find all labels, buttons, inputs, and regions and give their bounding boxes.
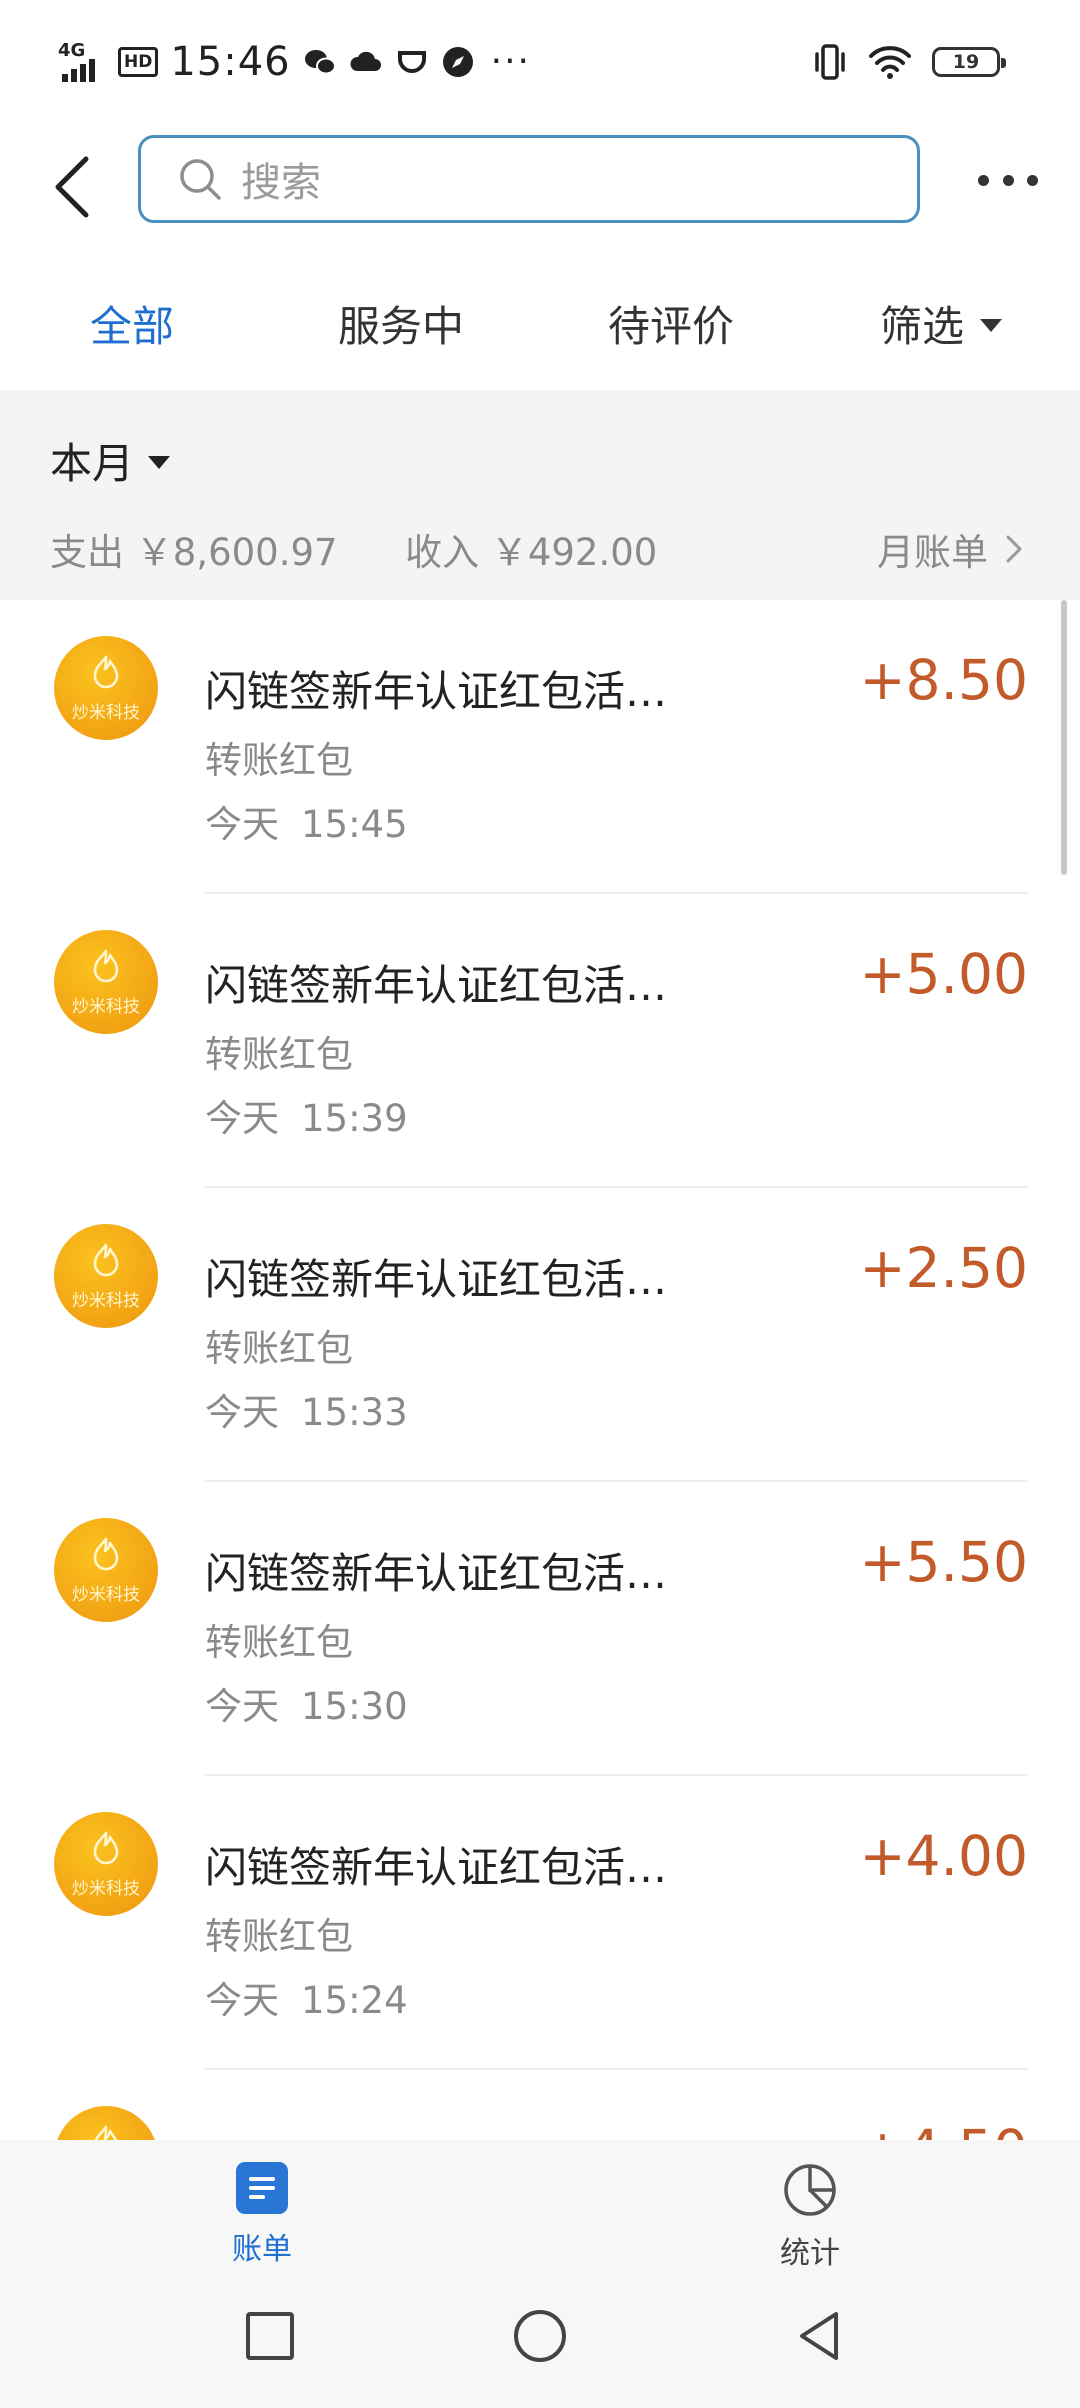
cup-icon	[397, 51, 426, 73]
summary-totals: 支出 ￥8,600.97 收入 ￥492.00	[50, 522, 657, 576]
system-navigation	[0, 2270, 1080, 2408]
period-label: 本月	[50, 439, 135, 488]
transaction-title: 闪链签新年认证红包活…	[205, 961, 668, 1010]
chevron-right-icon	[1006, 535, 1022, 563]
income-label: 收入	[405, 531, 480, 574]
wechat-icon	[304, 50, 336, 75]
merchant-logo-text: 炒米科技	[72, 997, 140, 1017]
pie-chart-icon	[784, 2164, 836, 2216]
network-type: 4G	[58, 40, 86, 61]
scrollbar[interactable]	[1061, 600, 1067, 875]
tab-pending-review[interactable]: 待评价	[608, 293, 734, 354]
cloud-icon	[350, 51, 381, 71]
compass-icon	[442, 47, 473, 77]
transaction-row[interactable]: 炒米科技 闪链签新年认证红包活… 转账红包 今天 15:24 +4.00	[0, 1776, 1080, 2070]
merchant-logo-text: 炒米科技	[72, 703, 140, 723]
tab-in-service[interactable]: 服务中	[338, 293, 464, 354]
expense-value: ￥8,600.97	[135, 531, 338, 574]
hd-voice-badge: HD	[118, 47, 159, 77]
transaction-list[interactable]: 炒米科技 闪链签新年认证红包活… 转账红包 今天 15:45 +8.50 炒米科技…	[0, 600, 1080, 2140]
merchant-avatar: 炒米科技	[54, 1518, 158, 1622]
merchant-logo-text: 炒米科技	[72, 1291, 140, 1311]
transaction-row[interactable]: 炒米科技 闪链签新年认证红包活… 转账红包 今天 15:45 +8.50	[0, 600, 1080, 894]
merchant-logo-text: 炒米科技	[72, 1879, 140, 1899]
merchant-avatar: 炒米科技	[54, 2106, 158, 2140]
transaction-amount: +5.50	[859, 1530, 1028, 1594]
transaction-title: 闪链签新年认证红包活…	[205, 1255, 668, 1304]
battery-icon: 19	[932, 47, 1006, 77]
transaction-amount: +8.50	[859, 648, 1028, 712]
vibrate-icon	[815, 44, 845, 80]
more-options-icon[interactable]	[978, 155, 1038, 205]
tab-filter-label: 筛选	[880, 302, 965, 351]
filter-tabs: 全部 服务中 待评价 筛选	[0, 255, 1080, 390]
merchant-avatar: 炒米科技	[54, 930, 158, 1034]
tab-filter[interactable]: 筛选	[880, 293, 1003, 354]
flame-logo-icon	[93, 1243, 119, 1277]
monthly-summary: 本月 支出 ￥8,600.97 收入 ￥492.00 月账单	[0, 390, 1080, 600]
transaction-time: 今天 15:45	[205, 803, 408, 846]
transaction-row[interactable]: 炒米科技 闪链签新年认证红包活… 转账红包 今天 15:39 +5.00	[0, 894, 1080, 1188]
period-selector[interactable]: 本月	[50, 430, 171, 491]
flame-logo-icon	[93, 1831, 119, 1865]
monthly-bill-label: 月账单	[877, 531, 988, 574]
merchant-avatar: 炒米科技	[54, 1812, 158, 1916]
recents-icon[interactable]	[242, 2308, 298, 2364]
transaction-title: 闪链签新年认证红包活…	[205, 667, 668, 716]
more-notifications-icon: ···	[490, 41, 531, 82]
transaction-title: 闪链签新年认证红包活…	[205, 1843, 668, 1892]
transaction-amount: +4.00	[859, 1824, 1028, 1888]
flame-logo-icon	[94, 2125, 118, 2140]
transaction-row[interactable]: 炒米科技 闪链签新年认证红包活… 转账红包 今天 +4.50	[0, 2070, 1080, 2140]
battery-level: 19	[952, 51, 980, 73]
expense-label: 支出	[50, 531, 124, 574]
transaction-category: 转账红包	[205, 1915, 353, 1958]
search-placeholder: 搜索	[241, 160, 321, 206]
home-icon[interactable]	[512, 2308, 568, 2364]
flame-logo-icon	[93, 655, 119, 689]
flame-logo-icon	[93, 949, 119, 983]
wifi-icon	[869, 46, 911, 79]
merchant-logo-text: 炒米科技	[72, 1585, 140, 1605]
flame-logo-icon	[93, 1537, 119, 1571]
search-input[interactable]: 搜索	[138, 135, 920, 223]
back-triangle-icon[interactable]	[792, 2308, 848, 2364]
transaction-time: 今天 15:24	[205, 1979, 408, 2022]
back-arrow-icon[interactable]	[42, 147, 102, 227]
caret-down-icon	[148, 456, 171, 469]
transaction-category: 转账红包	[205, 1033, 353, 1076]
transaction-row[interactable]: 炒米科技 闪链签新年认证红包活… 转账红包 今天 15:33 +2.50	[0, 1188, 1080, 1482]
transaction-amount: +2.50	[859, 1236, 1028, 1300]
nav-bills-label: 账单	[232, 2232, 292, 2267]
transaction-time: 今天 15:39	[205, 1097, 408, 1140]
nav-stats-label: 统计	[780, 2236, 840, 2271]
transaction-title: 闪链签新年认证红包活…	[205, 2128, 667, 2140]
merchant-avatar: 炒米科技	[54, 636, 158, 740]
transaction-amount: +4.50	[859, 2118, 1028, 2140]
transaction-time: 今天 15:30	[205, 1685, 408, 1728]
monthly-bill-link[interactable]: 月账单	[877, 522, 1024, 576]
income-value: ￥492.00	[490, 531, 658, 574]
search-icon	[180, 159, 221, 200]
bottom-nav: 账单 统计	[0, 2140, 1080, 2272]
clock: 15:46	[170, 39, 291, 85]
nav-bills[interactable]: 账单	[232, 2162, 292, 2268]
transaction-title: 闪链签新年认证红包活…	[205, 1549, 668, 1598]
transaction-row[interactable]: 炒米科技 闪链签新年认证红包活… 转账红包 今天 15:30 +5.50	[0, 1482, 1080, 1776]
caret-down-icon	[980, 319, 1003, 332]
transaction-category: 转账红包	[205, 1621, 353, 1664]
top-bar: 搜索	[0, 125, 1080, 255]
transaction-category: 转账红包	[205, 1327, 353, 1370]
transaction-time: 今天 15:33	[205, 1391, 408, 1434]
status-bar: 4G HD 15:46 ··· 19	[0, 0, 1080, 125]
network-signal-icon: 4G	[56, 40, 106, 84]
merchant-avatar: 炒米科技	[54, 1224, 158, 1328]
nav-stats[interactable]: 统计	[780, 2162, 840, 2272]
transaction-amount: +5.00	[859, 942, 1028, 1006]
bill-icon	[236, 2162, 288, 2214]
tab-all[interactable]: 全部	[90, 293, 174, 354]
transaction-category: 转账红包	[205, 739, 353, 782]
